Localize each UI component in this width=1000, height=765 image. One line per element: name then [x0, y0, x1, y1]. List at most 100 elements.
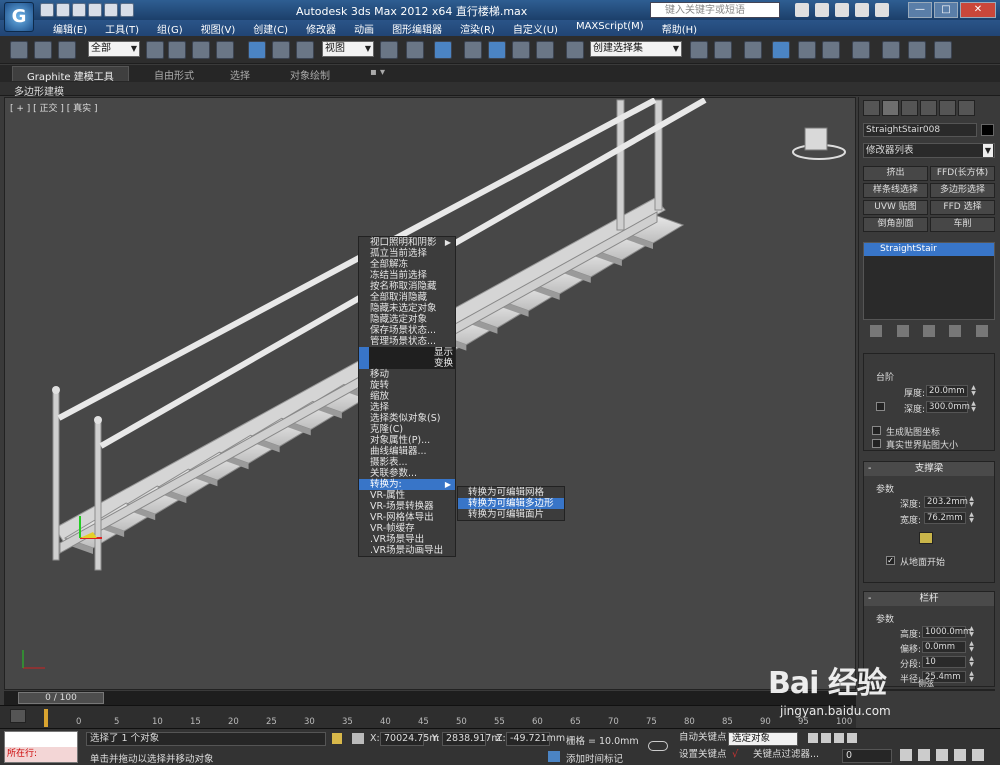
- depth-checkbox[interactable]: [876, 402, 885, 411]
- show-end-result-icon[interactable]: [896, 325, 909, 337]
- quad-menu-item[interactable]: 全部解冻: [359, 259, 455, 270]
- spinner-arrows-icon[interactable]: ▲ ▼: [968, 641, 975, 653]
- motion-tab-icon[interactable]: [920, 100, 937, 116]
- previous-frame-icon[interactable]: [821, 733, 831, 743]
- application-button[interactable]: G: [4, 2, 34, 32]
- convert-to-editable-poly[interactable]: 转换为可编辑多边形: [458, 498, 564, 509]
- real-world-map-checkbox[interactable]: [872, 439, 881, 448]
- quad-menu-item[interactable]: 按名称取消隐藏: [359, 281, 455, 292]
- rectangular-selection-icon[interactable]: [192, 41, 210, 59]
- menu-views[interactable]: 视图(V): [192, 21, 245, 36]
- thickness-spinner[interactable]: 20.0mm: [926, 385, 968, 397]
- modifier-ffd-select-button[interactable]: FFD 选择: [930, 200, 995, 215]
- quad-menu-item[interactable]: 关联参数...: [359, 468, 455, 479]
- quad-menu-item[interactable]: VR-帧缓存: [359, 523, 455, 534]
- quad-menu-item[interactable]: 摄影表...: [359, 457, 455, 468]
- create-tab-icon[interactable]: [863, 100, 880, 116]
- time-slider[interactable]: 0 / 100: [4, 691, 856, 705]
- quad-menu-item[interactable]: 隐藏未选定对象: [359, 303, 455, 314]
- set-key-button[interactable]: 设置关键点: [676, 749, 730, 763]
- quad-menu-item[interactable]: VR-场景转换器: [359, 501, 455, 512]
- curve-editor-icon[interactable]: [798, 41, 816, 59]
- railings-rollout-header[interactable]: 栏杆: [864, 592, 994, 606]
- keyboard-shortcut-override-icon[interactable]: [434, 41, 452, 59]
- open-file-icon[interactable]: [56, 3, 70, 17]
- rendered-frame-window-icon[interactable]: [908, 41, 926, 59]
- redo-icon[interactable]: [104, 3, 118, 17]
- undo-icon[interactable]: [88, 3, 102, 17]
- modifier-lathe-button[interactable]: 车削: [930, 217, 995, 232]
- help-icon[interactable]: [875, 3, 889, 17]
- add-time-tag[interactable]: 添加时间标记: [566, 751, 623, 765]
- select-and-manipulate-icon[interactable]: [406, 41, 424, 59]
- auto-key-button[interactable]: 自动关键点: [676, 732, 730, 746]
- polygon-modeling-panel[interactable]: 多边形建模: [14, 83, 64, 98]
- select-and-move-icon[interactable]: [248, 41, 266, 59]
- display-tab-icon[interactable]: [939, 100, 956, 116]
- spinner-arrows-icon[interactable]: ▲ ▼: [968, 496, 975, 508]
- modifier-list-dropdown[interactable]: 修改器列表: [863, 143, 995, 158]
- spinner-arrows-icon[interactable]: ▲ ▼: [970, 401, 977, 413]
- quad-menu-item[interactable]: .VR场景动画导出: [359, 545, 455, 556]
- track-bar[interactable]: 0 5 10 15 20 25 30 35 40 45 50 55 60 65 70 75 80 85 90 95 10…: [0, 705, 856, 728]
- quad-menu-item[interactable]: 克隆(C): [359, 424, 455, 435]
- quad-menu-item[interactable]: 缩放: [359, 391, 455, 402]
- menu-create[interactable]: 创建(C): [244, 21, 297, 36]
- make-unique-icon[interactable]: [922, 325, 935, 337]
- save-icon[interactable]: [72, 3, 86, 17]
- quad-menu-item[interactable]: 全部取消隐藏: [359, 292, 455, 303]
- x-coordinate-field[interactable]: 70024.75m: [380, 732, 439, 746]
- menu-customize[interactable]: 自定义(U): [504, 21, 567, 36]
- binoculars-icon[interactable]: [795, 3, 809, 17]
- quad-menu-item[interactable]: .VR场景导出: [359, 534, 455, 545]
- quad-menu-item[interactable]: VR-网格体导出: [359, 512, 455, 523]
- convert-to-editable-mesh[interactable]: 转换为可编辑网格: [458, 487, 564, 498]
- object-name-field[interactable]: StraightStair008: [863, 123, 977, 137]
- y-coordinate-field[interactable]: 2838.917m: [442, 732, 501, 746]
- menu-edit[interactable]: 编辑(E): [44, 21, 96, 36]
- menu-rendering[interactable]: 渲染(R): [451, 21, 504, 36]
- quad-menu-item[interactable]: 视口照明和阴影 ▶: [359, 237, 455, 248]
- render-production-icon[interactable]: [934, 41, 952, 59]
- quad-menu-item[interactable]: 对象属性(P)...: [359, 435, 455, 446]
- from-floor-checkbox[interactable]: ✓: [886, 556, 895, 565]
- project-folder-icon[interactable]: [120, 3, 134, 17]
- communication-center-icon[interactable]: [835, 3, 849, 17]
- spinner-arrows-icon[interactable]: ▲ ▼: [968, 656, 975, 668]
- quad-menu-item[interactable]: 管理场景状态...: [359, 336, 455, 347]
- minimize-button[interactable]: —: [908, 2, 932, 18]
- window-crossing-icon[interactable]: [216, 41, 234, 59]
- menu-group[interactable]: 组(G): [148, 21, 192, 36]
- select-by-name-icon[interactable]: [168, 41, 186, 59]
- mirror-icon[interactable]: [690, 41, 708, 59]
- stringers-rollout-header[interactable]: 支撑梁: [864, 462, 994, 476]
- orbit-icon[interactable]: [954, 749, 966, 761]
- new-file-icon[interactable]: [40, 3, 54, 17]
- modifier-extrude-button[interactable]: 挤出: [863, 166, 928, 181]
- quad-menu-item[interactable]: 选择: [359, 402, 455, 413]
- play-icon[interactable]: [834, 733, 844, 743]
- tab-graphite-modeling[interactable]: Graphite 建模工具: [12, 66, 129, 83]
- remove-modifier-icon[interactable]: [949, 325, 962, 337]
- time-tag-icon[interactable]: [548, 751, 560, 762]
- absolute-mode-icon[interactable]: [352, 733, 364, 744]
- ribbon-options-icon[interactable]: ▪ ▾: [356, 66, 399, 81]
- selected-object-dropdown[interactable]: 选定对象: [728, 732, 798, 746]
- quad-menu-item[interactable]: 转换为: ▶: [359, 479, 455, 490]
- render-setup-icon[interactable]: [882, 41, 900, 59]
- select-and-scale-icon[interactable]: [296, 41, 314, 59]
- viewcube[interactable]: [804, 127, 828, 151]
- quad-menu-item[interactable]: 冻结当前选择: [359, 270, 455, 281]
- pin-stack-icon[interactable]: [870, 325, 883, 337]
- hierarchy-tab-icon[interactable]: [901, 100, 918, 116]
- layer-manager-icon[interactable]: [744, 41, 762, 59]
- modifier-ffd-box-button[interactable]: FFD(长方体): [930, 166, 995, 181]
- modify-tab-icon[interactable]: [882, 100, 899, 116]
- set-key-icon[interactable]: [648, 741, 668, 751]
- tab-selection[interactable]: 选择: [216, 66, 264, 82]
- named-selection-dropdown[interactable]: 创建选择集: [590, 41, 682, 57]
- depth-spinner[interactable]: 300.0mm: [926, 401, 970, 413]
- menu-maxscript[interactable]: MAXScript(M): [567, 21, 653, 36]
- utilities-tab-icon[interactable]: [958, 100, 975, 116]
- z-coordinate-field[interactable]: -49.721mm: [506, 732, 565, 746]
